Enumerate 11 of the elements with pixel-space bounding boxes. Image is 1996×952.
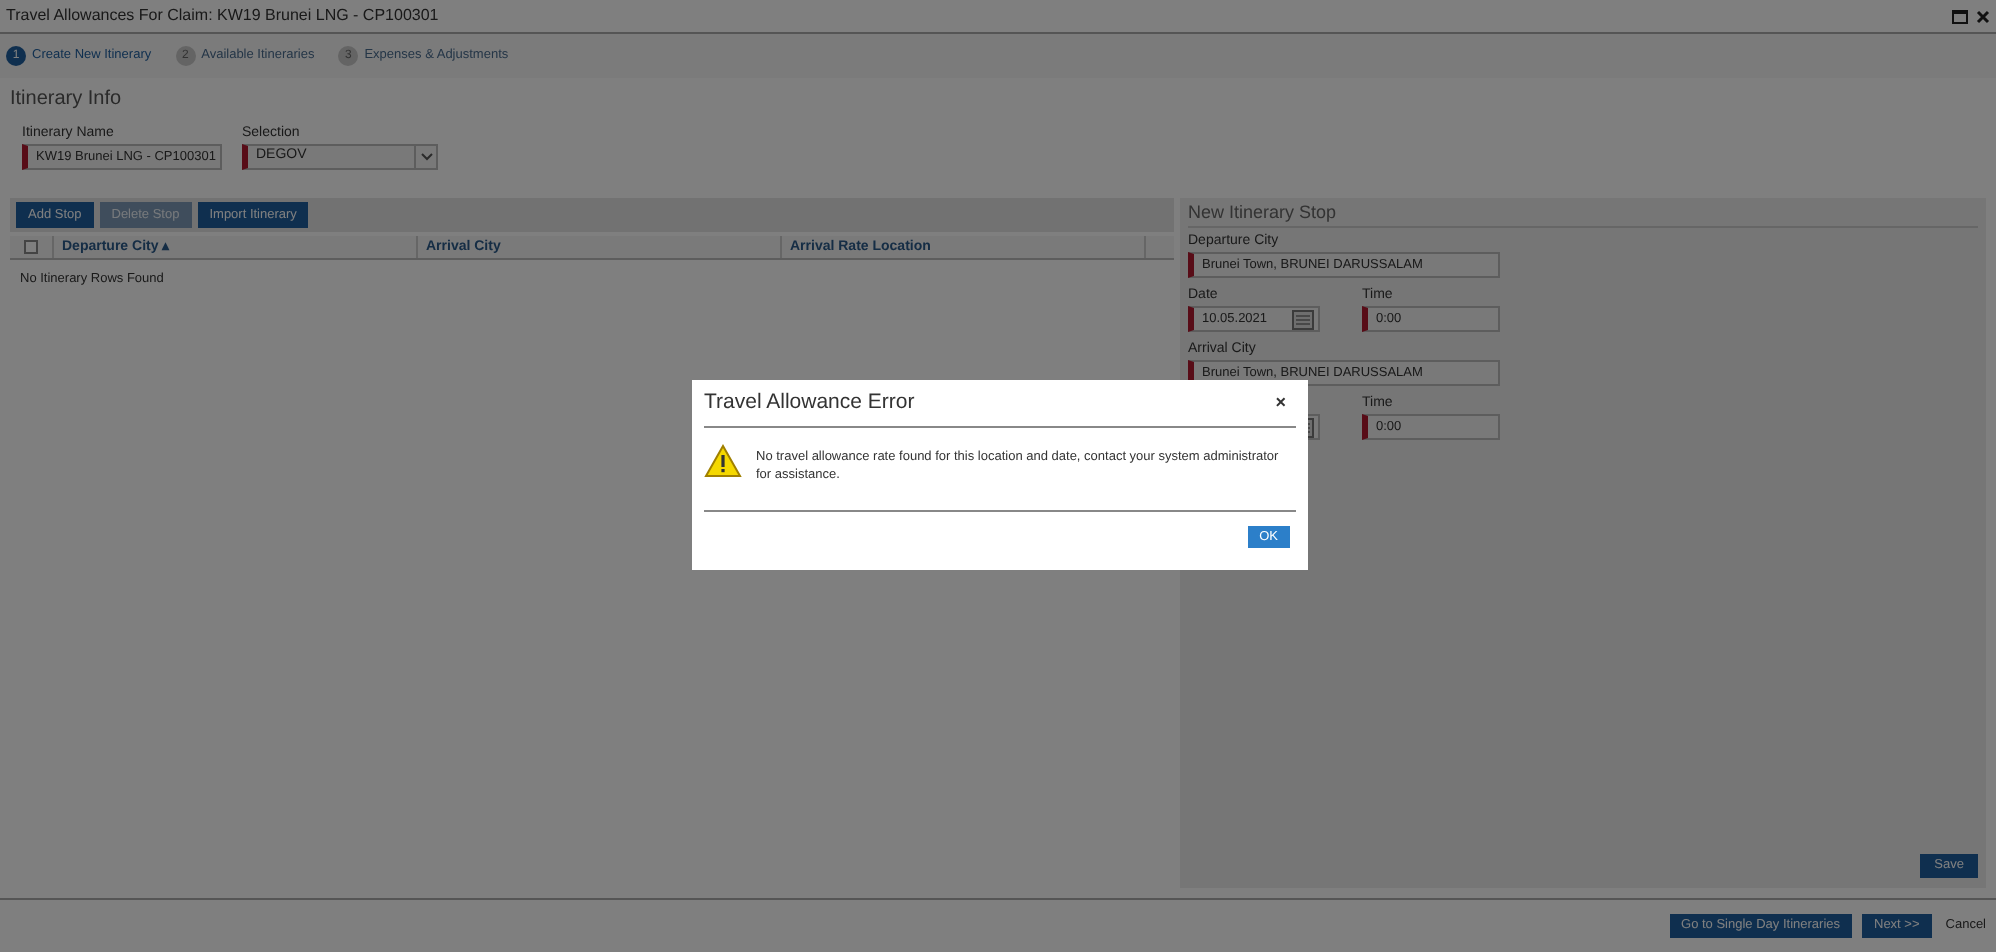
warning-icon bbox=[704, 444, 742, 478]
chevron-down-icon[interactable] bbox=[414, 146, 436, 168]
window-title: Travel Allowances For Claim: KW19 Brunei LNG - CP100301 bbox=[6, 4, 439, 28]
close-icon[interactable] bbox=[1976, 9, 1990, 23]
panel-title: New Itinerary Stop bbox=[1188, 198, 1978, 228]
section-title: Itinerary Info bbox=[10, 86, 124, 114]
select-all-checkbox[interactable] bbox=[24, 240, 38, 254]
close-button[interactable]: × bbox=[1275, 389, 1296, 417]
dialog-title: Travel Allowance Error bbox=[704, 387, 915, 418]
maximize-icon[interactable] bbox=[1952, 9, 1968, 23]
calendar-icon[interactable] bbox=[1292, 309, 1314, 329]
